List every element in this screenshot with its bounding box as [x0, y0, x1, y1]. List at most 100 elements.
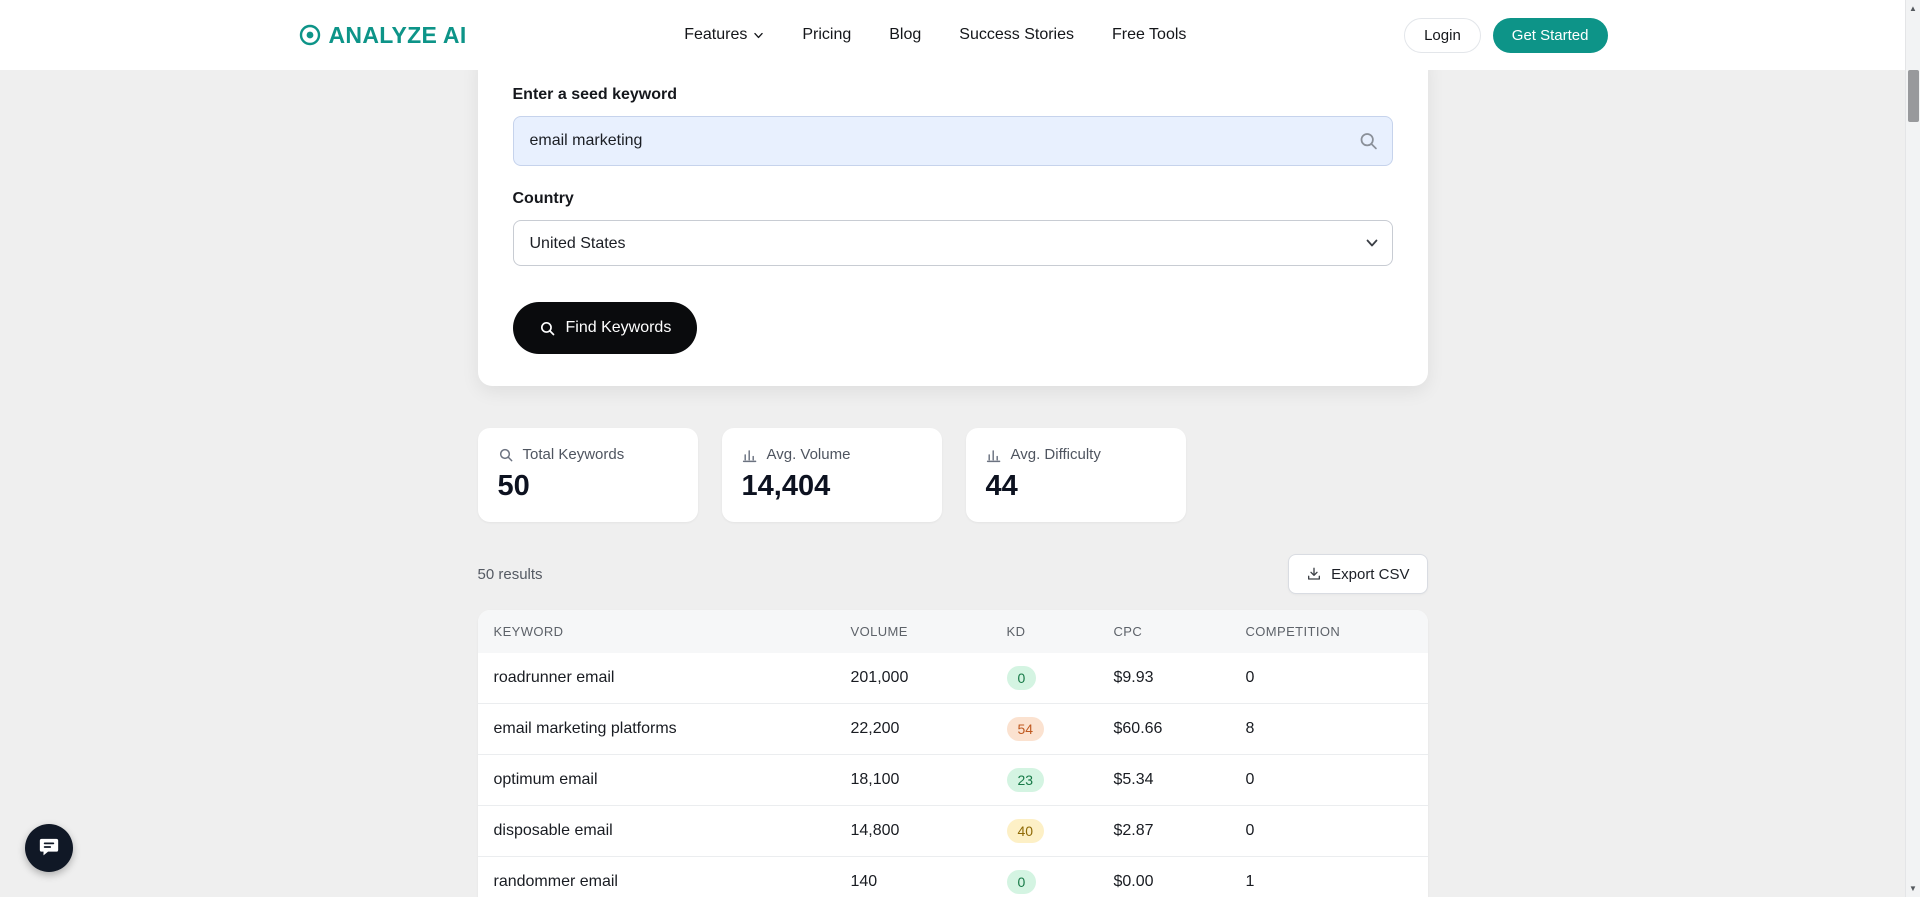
- table-row: roadrunner email 201,000 0 $9.93 0: [477, 653, 1428, 704]
- competition-cell: 8: [1245, 720, 1255, 737]
- competition-cell: 1: [1245, 873, 1255, 890]
- search-icon: [539, 320, 556, 337]
- export-csv-button[interactable]: Export CSV: [1288, 554, 1428, 594]
- top-navigation-bar: ANALYZE AI Features Pricing Blog Success…: [0, 0, 1905, 70]
- logo[interactable]: ANALYZE AI: [298, 22, 467, 49]
- main-nav: Features Pricing Blog Success Stories Fr…: [467, 26, 1405, 44]
- bar-chart-icon: [986, 447, 1002, 463]
- nav-item-label: Blog: [889, 26, 922, 43]
- country-select[interactable]: United States: [512, 220, 1393, 266]
- seed-keyword-label: Enter a seed keyword: [512, 86, 678, 103]
- nav-item-success-stories[interactable]: Success Stories: [959, 26, 1074, 44]
- kd-cell: 0: [991, 870, 1098, 894]
- search-icon: [1358, 131, 1379, 152]
- nav-item-label: Pricing: [802, 26, 852, 43]
- keyword-cell: randommer email: [493, 873, 618, 890]
- table-body: roadrunner email 201,000 0 $9.93 0 email…: [477, 653, 1428, 897]
- bar-chart-icon: [742, 447, 758, 463]
- kd-cell: 0: [991, 666, 1098, 690]
- nav-item-label: Free Tools: [1112, 26, 1187, 43]
- keyword-cell: roadrunner email: [493, 669, 615, 686]
- competition-cell: 0: [1245, 669, 1255, 686]
- page-viewport: Enter a seed keyword Country United Stat…: [0, 0, 1905, 897]
- competition-cell: 0: [1245, 771, 1255, 788]
- column-header-competition: COMPETITION: [1245, 624, 1341, 639]
- column-header-cpc: CPC: [1113, 624, 1143, 639]
- volume-cell: 201,000: [850, 669, 909, 686]
- get-started-button[interactable]: Get Started: [1492, 17, 1608, 53]
- country-label: Country: [512, 190, 574, 207]
- kd-badge: 54: [1006, 717, 1045, 741]
- nav-item-label: Success Stories: [959, 26, 1074, 43]
- stat-value: 44: [985, 470, 1018, 502]
- kd-badge: 0: [1006, 870, 1037, 894]
- nav-item-features[interactable]: Features: [684, 26, 764, 44]
- seed-keyword-input-wrap: [512, 116, 1393, 166]
- table-row: email marketing platforms 22,200 54 $60.…: [477, 704, 1428, 755]
- nav-item-blog[interactable]: Blog: [889, 26, 921, 44]
- stat-value: 50: [497, 470, 530, 502]
- nav-item-pricing[interactable]: Pricing: [802, 26, 851, 44]
- volume-cell: 18,100: [850, 771, 900, 788]
- scrollbar-thumb[interactable]: [1908, 70, 1919, 122]
- logo-text: ANALYZE AI: [328, 21, 467, 48]
- country-select-wrap: United States: [512, 220, 1393, 266]
- find-keywords-button[interactable]: Find Keywords: [512, 302, 698, 354]
- cpc-cell: $5.34: [1113, 771, 1154, 788]
- cpc-cell: $2.87: [1113, 822, 1154, 839]
- kd-badge: 40: [1006, 819, 1045, 843]
- find-keywords-label: Find Keywords: [565, 319, 672, 336]
- table-row: disposable email 14,800 40 $2.87 0: [477, 806, 1428, 857]
- seed-keyword-input[interactable]: [512, 116, 1393, 166]
- table-row: optimum email 18,100 23 $5.34 0: [477, 755, 1428, 806]
- cpc-cell: $9.93: [1113, 669, 1154, 686]
- export-csv-label: Export CSV: [1331, 565, 1410, 583]
- scrollbar-down-arrow[interactable]: ▼: [1906, 880, 1920, 897]
- table-row: randommer email 140 0 $0.00 1: [477, 857, 1428, 897]
- table-header-row: KEYWORD VOLUME KD CPC COMPETITION: [477, 610, 1428, 653]
- stat-card-avg-difficulty: Avg. Difficulty 44: [965, 428, 1186, 522]
- stat-label: Avg. Volume: [766, 446, 851, 463]
- results-bar: 50 results Export CSV: [478, 554, 1428, 594]
- scrollbar-up-arrow[interactable]: ▲: [1906, 0, 1920, 17]
- competition-cell: 0: [1245, 822, 1255, 839]
- content-container: Enter a seed keyword Country United Stat…: [477, 0, 1428, 897]
- stat-card-total-keywords: Total Keywords 50: [477, 428, 698, 522]
- keyword-cell: disposable email: [493, 822, 613, 839]
- auth-buttons: Login Get Started: [1404, 17, 1608, 53]
- results-count: 50 results: [477, 565, 543, 583]
- stat-value: 14,404: [741, 470, 831, 502]
- chat-widget-button[interactable]: [25, 824, 73, 872]
- country-block: Country United States: [512, 190, 1393, 266]
- search-icon: [498, 447, 514, 463]
- results-table: KEYWORD VOLUME KD CPC COMPETITION roadru…: [477, 610, 1428, 897]
- kd-badge: 23: [1006, 768, 1045, 792]
- keyword-search-card: Enter a seed keyword Country United Stat…: [477, 49, 1428, 386]
- nav-item-label: Features: [684, 26, 748, 43]
- kd-badge: 0: [1006, 666, 1037, 690]
- kd-cell: 23: [991, 768, 1098, 792]
- keyword-cell: email marketing platforms: [493, 720, 677, 737]
- chat-icon: [38, 837, 60, 859]
- chevron-down-icon: [753, 30, 764, 41]
- login-button[interactable]: Login: [1404, 17, 1481, 53]
- column-header-keyword: KEYWORD: [493, 624, 564, 639]
- keyword-cell: optimum email: [493, 771, 598, 788]
- logo-icon: [298, 23, 322, 47]
- volume-cell: 22,200: [850, 720, 900, 737]
- cpc-cell: $60.66: [1113, 720, 1163, 737]
- volume-cell: 140: [850, 873, 878, 890]
- volume-cell: 14,800: [850, 822, 900, 839]
- download-icon: [1306, 566, 1322, 582]
- nav-item-free-tools[interactable]: Free Tools: [1112, 26, 1186, 44]
- kd-cell: 54: [991, 717, 1098, 741]
- kd-cell: 40: [991, 819, 1098, 843]
- stat-card-avg-volume: Avg. Volume 14,404: [721, 428, 942, 522]
- stats-row: Total Keywords 50 Avg. Volume 14,404 Avg…: [477, 428, 1428, 522]
- cpc-cell: $0.00: [1113, 873, 1154, 890]
- column-header-kd: KD: [1006, 624, 1026, 639]
- main-content: Enter a seed keyword Country United Stat…: [0, 0, 1905, 897]
- vertical-scrollbar[interactable]: ▲ ▼: [1905, 0, 1920, 897]
- stat-label: Total Keywords: [522, 446, 625, 463]
- column-header-volume: VOLUME: [850, 624, 908, 639]
